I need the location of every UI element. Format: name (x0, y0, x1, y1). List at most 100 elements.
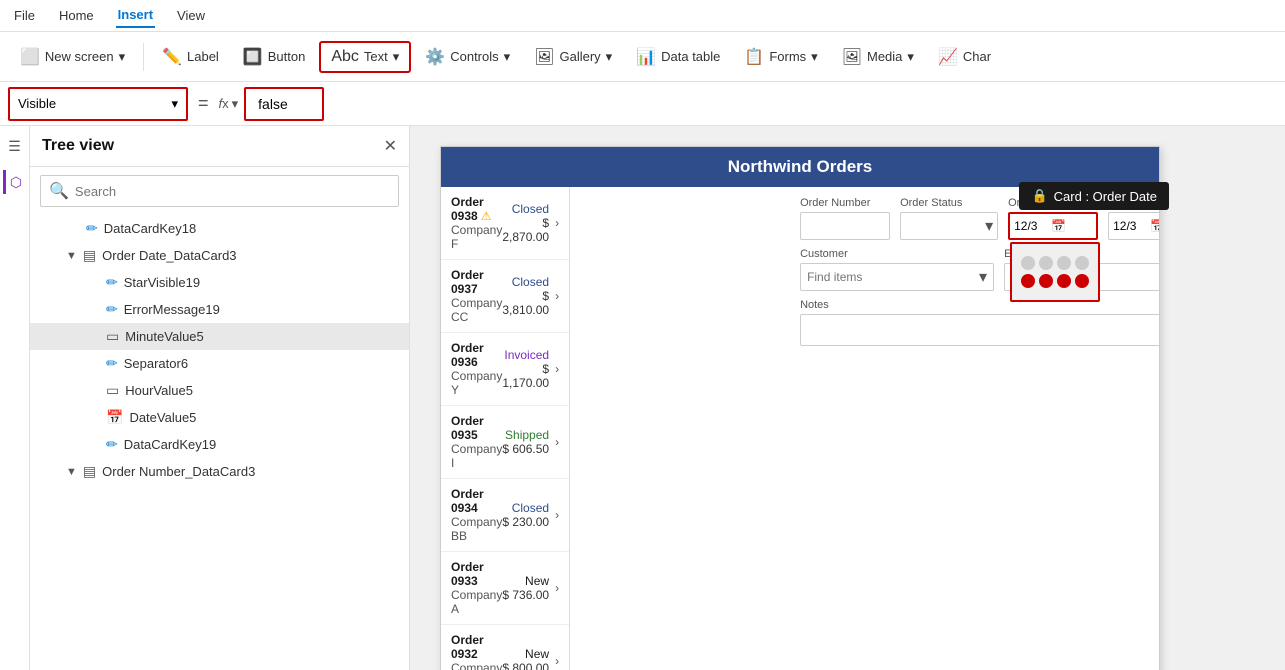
button-button[interactable]: 🔲 Button (233, 42, 316, 72)
search-input[interactable] (75, 184, 390, 199)
tree-item-separator6[interactable]: ✏ Separator6 (30, 350, 409, 377)
equals-sign: = (194, 93, 213, 114)
tree-item-datacardkey18[interactable]: ✏ DataCardKey18 (30, 215, 409, 242)
order-number-field: Order Number (800, 197, 890, 240)
app-header: Northwind Orders (441, 147, 1159, 187)
lock-icon: 🔒 (1031, 188, 1047, 204)
menu-home[interactable]: Home (57, 4, 96, 27)
order-details: New $ 736.00 (502, 574, 549, 602)
property-dropdown-icon: ▾ (171, 96, 178, 112)
search-icon: 🔍 (49, 181, 69, 201)
order-list-item[interactable]: Order 0934 Company BB Closed $ 230.00 › (441, 479, 569, 552)
order-id: Order 0932 (451, 633, 502, 661)
order-list-item[interactable]: Order 0938⚠ Company F Closed $ 2,870.00 … (441, 187, 569, 260)
property-selector[interactable]: Visible ▾ (8, 87, 188, 121)
controls-button[interactable]: ⚙️ Controls ▾ (415, 42, 520, 72)
calendar-btn-icon[interactable]: 📅 (1051, 219, 1066, 233)
canvas-body: Order 0938⚠ Company F Closed $ 2,870.00 … (441, 187, 1159, 670)
tree-items: ✏ DataCardKey18 ▼ ▤ Order Date_DataCard3… (30, 215, 409, 670)
order-company: Company BB (451, 515, 502, 543)
app-canvas: Northwind Orders 🔒 Card : Order Date Ord… (440, 146, 1160, 670)
paid-date-value[interactable] (1113, 219, 1148, 233)
forms-icon: 📋 (744, 47, 764, 67)
order-date-value[interactable] (1014, 219, 1049, 233)
order-info: Order 0938⚠ Company F (451, 195, 502, 251)
chart-icon: 📈 (938, 47, 958, 67)
order-amount: $ 1,170.00 (502, 362, 549, 390)
order-list-item[interactable]: Order 0932 Company K New $ 800.00 › (441, 625, 569, 670)
notes-input[interactable] (800, 314, 1159, 346)
gallery-icon: 🖼 (534, 47, 554, 67)
menu-view[interactable]: View (175, 4, 207, 27)
order-info: Order 0936 Company Y (451, 341, 502, 397)
order-details: Closed $ 3,810.00 (502, 275, 549, 317)
tree-item-hourvalue5[interactable]: ▭ HourValue5 (30, 377, 409, 404)
tree-item-label: ErrorMessage19 (124, 302, 220, 317)
chart-button[interactable]: 📈 Char (928, 42, 1001, 72)
tree-close-button[interactable]: ✕ (384, 136, 397, 156)
forms-button[interactable]: 📋 Forms ▾ (734, 42, 827, 72)
tooltip-text: Card : Order Date (1054, 189, 1157, 204)
edit-icon: ✏ (106, 436, 118, 453)
tree-item-label: MinuteValue5 (125, 329, 204, 344)
folder-icon: ▤ (83, 247, 96, 264)
tree-item-minutevalue5[interactable]: ▭ MinuteValue5 (30, 323, 409, 350)
formula-bar: Visible ▾ = fx ▾ false (0, 82, 1285, 126)
menu-insert[interactable]: Insert (116, 3, 155, 28)
order-id: Order 0936 (451, 341, 502, 369)
fx-button[interactable]: fx ▾ (219, 96, 239, 112)
order-company: Company F (451, 223, 502, 251)
dot (1039, 256, 1053, 270)
order-list-item[interactable]: Order 0933 Company A New $ 736.00 › (441, 552, 569, 625)
order-list-item[interactable]: Order 0935 Company I Shipped $ 606.50 › (441, 406, 569, 479)
order-number-input[interactable] (800, 212, 890, 240)
tree-item-label: Order Number_DataCard3 (102, 464, 255, 479)
order-status-field: Order Status ▾ (900, 197, 998, 240)
layers-icon[interactable]: ⬡ (3, 170, 27, 194)
order-arrow-icon: › (555, 508, 559, 522)
new-screen-button[interactable]: ⬜ New screen ▾ (10, 42, 135, 72)
edit-icon: ✏ (106, 301, 118, 318)
order-id: Order 0938⚠ (451, 195, 502, 223)
tree-item-starvisible19[interactable]: ✏ StarVisible19 (30, 269, 409, 296)
order-details: Closed $ 230.00 (502, 501, 549, 529)
order-details: New $ 800.00 (502, 647, 549, 670)
paid-date-input[interactable]: 📅 ◀ ▶ (1108, 212, 1159, 240)
tree-item-datacardkey19[interactable]: ✏ DataCardKey19 (30, 431, 409, 458)
tree-panel: Tree view ✕ 🔍 ✏ DataCardKey18 ▼ ▤ Order … (30, 126, 410, 670)
tree-item-label: Order Date_DataCard3 (102, 248, 236, 263)
tree-search-box[interactable]: 🔍 (40, 175, 399, 207)
date-picker-overlay (1010, 242, 1100, 302)
edit-icon: ✏ (86, 220, 98, 237)
customer-dropdown-icon: ▾ (973, 267, 993, 287)
tree-item-errormessage19[interactable]: ✏ ErrorMessage19 (30, 296, 409, 323)
label-button[interactable]: ✏️ Label (152, 42, 229, 72)
order-list-item[interactable]: Order 0936 Company Y Invoiced $ 1,170.00… (441, 333, 569, 406)
order-list-item[interactable]: Order 0937 Company CC Closed $ 3,810.00 … (441, 260, 569, 333)
order-details: Invoiced $ 1,170.00 (502, 348, 549, 390)
order-status: Closed (502, 501, 549, 515)
order-number-label: Order Number (800, 197, 890, 209)
tree-item-label: DateValue5 (129, 410, 196, 425)
calendar-btn-icon[interactable]: 📅 (1150, 219, 1159, 233)
customer-find-input[interactable] (801, 270, 973, 284)
notes-label: Notes (800, 299, 1159, 311)
tree-item-ordernumbercard[interactable]: ▼ ▤ Order Number_DataCard3 (30, 458, 409, 485)
tree-item-orderdatecard[interactable]: ▼ ▤ Order Date_DataCard3 (30, 242, 409, 269)
controls-icon: ⚙️ (425, 47, 445, 67)
order-status: Shipped (502, 428, 549, 442)
menu-file[interactable]: File (12, 4, 37, 27)
tooltip-box: 🔒 Card : Order Date (1019, 182, 1169, 210)
tree-item-datevalue5[interactable]: 📅 DateValue5 (30, 404, 409, 431)
media-button[interactable]: 🖼 Media ▾ (832, 42, 924, 72)
text-button[interactable]: Abc Text ▾ (319, 41, 411, 73)
data-table-icon: 📊 (636, 47, 656, 67)
hamburger-icon[interactable]: ☰ (3, 134, 27, 158)
data-table-button[interactable]: 📊 Data table (626, 42, 730, 72)
tree-item-label: Separator6 (124, 356, 188, 371)
formula-value[interactable]: false (244, 87, 324, 121)
main-area: ☰ ⬡ Tree view ✕ 🔍 ✏ DataCardKey18 ▼ ▤ Or (0, 126, 1285, 670)
order-arrow-icon: › (555, 581, 559, 595)
order-date-input[interactable]: 📅 (1008, 212, 1098, 240)
gallery-button[interactable]: 🖼 Gallery ▾ (524, 42, 622, 72)
